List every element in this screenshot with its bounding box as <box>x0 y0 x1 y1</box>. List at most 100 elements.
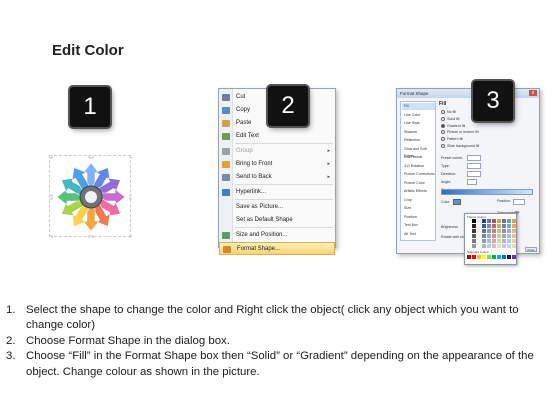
color-swatch[interactable] <box>482 224 486 228</box>
context-menu-item[interactable]: Bring to Front ▸ <box>219 158 335 171</box>
resize-handle[interactable] <box>129 194 132 200</box>
color-swatch[interactable] <box>502 244 506 248</box>
context-menu-item[interactable]: Set as Default Shape <box>219 214 335 227</box>
color-picker-button[interactable] <box>453 199 461 205</box>
dialog-nav-item[interactable]: Text Box <box>402 222 435 229</box>
color-swatch[interactable] <box>502 219 506 223</box>
standard-color-swatch[interactable] <box>472 255 476 259</box>
selected-shape-frame[interactable] <box>49 155 132 238</box>
color-swatch[interactable] <box>467 239 471 243</box>
direction-dropdown[interactable] <box>467 171 481 177</box>
color-swatch[interactable] <box>502 234 506 238</box>
preset-colors-dropdown[interactable] <box>467 155 481 161</box>
color-swatch[interactable] <box>482 234 486 238</box>
color-swatch[interactable] <box>472 244 476 248</box>
fill-option-radio[interactable]: Picture or texture fill <box>441 129 479 135</box>
color-swatch[interactable] <box>472 234 476 238</box>
color-swatch[interactable] <box>507 229 511 233</box>
color-swatch[interactable] <box>477 224 481 228</box>
gradient-stops-bar[interactable] <box>441 189 533 195</box>
fill-option-radio[interactable]: Slide background fill <box>441 143 479 149</box>
color-swatch[interactable] <box>487 224 491 228</box>
color-swatch[interactable] <box>467 224 471 228</box>
dialog-nav-item[interactable]: Size <box>402 205 435 212</box>
color-swatch[interactable] <box>487 244 491 248</box>
color-swatch[interactable] <box>482 229 486 233</box>
color-swatch[interactable] <box>472 239 476 243</box>
color-swatch[interactable] <box>477 234 481 238</box>
fill-option-radio[interactable]: Solid fill <box>441 116 459 122</box>
context-menu-item[interactable]: Size and Position... <box>219 229 335 242</box>
color-swatch[interactable] <box>507 239 511 243</box>
resize-handle[interactable] <box>129 156 132 159</box>
color-swatch[interactable] <box>477 239 481 243</box>
standard-color-swatch[interactable] <box>502 255 506 259</box>
dialog-nav-item[interactable]: Picture Color <box>402 180 435 187</box>
color-swatch[interactable] <box>492 219 496 223</box>
standard-color-swatch[interactable] <box>492 255 496 259</box>
color-swatch[interactable] <box>477 244 481 248</box>
dialog-nav-item[interactable]: Picture Corrections <box>402 171 435 178</box>
standard-color-swatch[interactable] <box>497 255 501 259</box>
color-swatch[interactable] <box>482 219 486 223</box>
color-swatch[interactable] <box>507 219 511 223</box>
dialog-nav-item[interactable]: Line Style <box>402 120 435 127</box>
color-swatch[interactable] <box>512 219 516 223</box>
fill-option-radio[interactable]: Gradient fill <box>441 123 465 129</box>
flower-arrows-shape[interactable] <box>50 156 132 238</box>
context-menu-item[interactable]: Hyperlink... <box>219 186 335 199</box>
color-swatch[interactable] <box>467 229 471 233</box>
standard-color-swatch[interactable] <box>467 255 471 259</box>
fill-option-radio[interactable]: No fill <box>441 109 456 115</box>
dialog-nav-item[interactable]: 3-D Format <box>402 154 435 161</box>
color-swatch[interactable] <box>512 229 516 233</box>
standard-color-swatch[interactable] <box>477 255 481 259</box>
color-swatch[interactable] <box>487 229 491 233</box>
context-menu-item[interactable]: Send to Back ▸ <box>219 171 335 184</box>
color-swatch[interactable] <box>497 219 501 223</box>
context-menu-item[interactable]: Edit Text <box>219 130 335 143</box>
standard-color-swatch[interactable] <box>482 255 486 259</box>
dialog-nav-item[interactable]: Position <box>402 214 435 221</box>
standard-color-swatch[interactable] <box>512 255 516 259</box>
color-swatch[interactable] <box>502 239 506 243</box>
type-dropdown[interactable]: Linear <box>467 163 481 178</box>
color-swatch[interactable] <box>512 224 516 228</box>
color-swatch[interactable] <box>477 219 481 223</box>
position-input[interactable]: 0% <box>513 199 525 214</box>
color-swatch[interactable] <box>497 234 501 238</box>
color-swatch[interactable] <box>482 244 486 248</box>
color-swatch[interactable] <box>477 229 481 233</box>
resize-handle[interactable] <box>50 235 53 238</box>
color-swatch[interactable] <box>492 224 496 228</box>
color-swatch[interactable] <box>512 244 516 248</box>
resize-handle[interactable] <box>50 156 53 159</box>
color-swatch[interactable] <box>497 244 501 248</box>
close-button[interactable]: Close <box>525 247 537 252</box>
dialog-nav-item[interactable]: Crop <box>402 197 435 204</box>
color-swatch[interactable] <box>502 224 506 228</box>
dialog-nav-item[interactable]: Alt Text <box>402 231 435 238</box>
color-swatch[interactable] <box>487 239 491 243</box>
dialog-nav-item[interactable]: Glow and Soft Edges <box>402 146 435 158</box>
color-swatch[interactable] <box>472 229 476 233</box>
color-swatch[interactable] <box>482 239 486 243</box>
color-swatch[interactable] <box>507 234 511 238</box>
dialog-nav-item[interactable]: Line Color <box>402 112 435 119</box>
color-swatch[interactable] <box>467 234 471 238</box>
color-swatch[interactable] <box>497 239 501 243</box>
resize-handle[interactable] <box>50 194 53 200</box>
color-swatch[interactable] <box>492 229 496 233</box>
color-swatch[interactable] <box>487 219 491 223</box>
angle-input[interactable]: 90° <box>467 179 477 194</box>
color-swatch[interactable] <box>492 234 496 238</box>
color-swatch[interactable] <box>472 224 476 228</box>
resize-handle[interactable] <box>88 156 94 159</box>
color-swatch[interactable] <box>492 244 496 248</box>
close-icon[interactable]: x <box>529 90 537 96</box>
fill-option-radio[interactable]: Pattern fill <box>441 136 463 142</box>
color-swatch[interactable] <box>512 239 516 243</box>
standard-color-swatch[interactable] <box>507 255 511 259</box>
dialog-nav-item[interactable]: 3-D Rotation <box>402 163 435 170</box>
color-swatch[interactable] <box>512 234 516 238</box>
